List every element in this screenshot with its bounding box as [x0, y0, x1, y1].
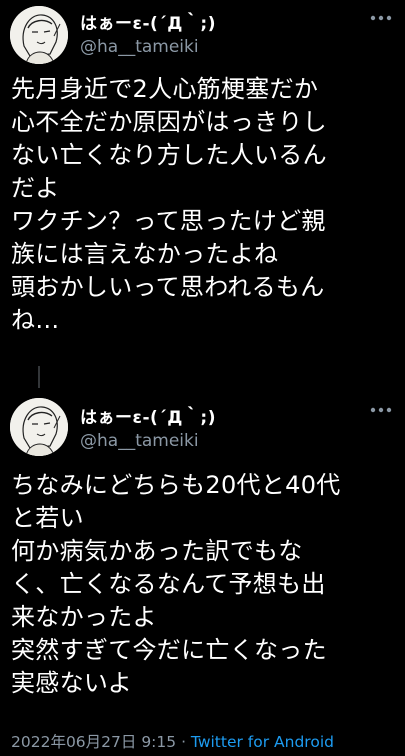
user-handle[interactable]: @ha__tameiki — [80, 431, 199, 451]
more-dots-icon — [370, 407, 392, 413]
more-horizontal-icon[interactable] — [365, 6, 397, 30]
more-horizontal-icon[interactable] — [365, 398, 397, 422]
meta-separator: · — [176, 733, 191, 751]
display-name[interactable]: はぁーε-(´Д｀;) — [80, 9, 216, 34]
user-handle[interactable]: @ha__tameiki — [80, 37, 199, 57]
tweet-text: 先月身近で2人心筋梗塞だか 心不全だか原因がはっきりし ない亡くなり方した人いる… — [11, 75, 327, 334]
tweet-text: ちなみにどちらも20代と40代 と若い 何か病気かあった訳でもな く、亡くなるな… — [11, 471, 341, 697]
tweet-timestamp-line: 2022年06月27日 9:15 · Twitter for Android — [11, 730, 334, 752]
more-dots-icon — [370, 15, 392, 21]
avatar[interactable] — [10, 398, 68, 456]
tweet-datetime[interactable]: 2022年06月27日 9:15 — [11, 733, 176, 751]
avatar[interactable] — [10, 6, 68, 64]
avatar-illustration-icon — [10, 398, 68, 456]
tweet-2[interactable]: はぁーε-(´Д｀;) @ha__tameiki ちなみにどちらも20代と40代… — [0, 392, 405, 756]
thread-connector-line — [38, 366, 40, 388]
avatar-illustration-icon — [10, 6, 68, 64]
tweet-1[interactable]: はぁーε-(´Д｀;) @ha__tameiki 先月身近で2人心筋梗塞だか 心… — [0, 0, 405, 388]
display-name[interactable]: はぁーε-(´Д｀;) — [80, 403, 216, 428]
source-app-link[interactable]: Twitter for Android — [191, 733, 334, 751]
